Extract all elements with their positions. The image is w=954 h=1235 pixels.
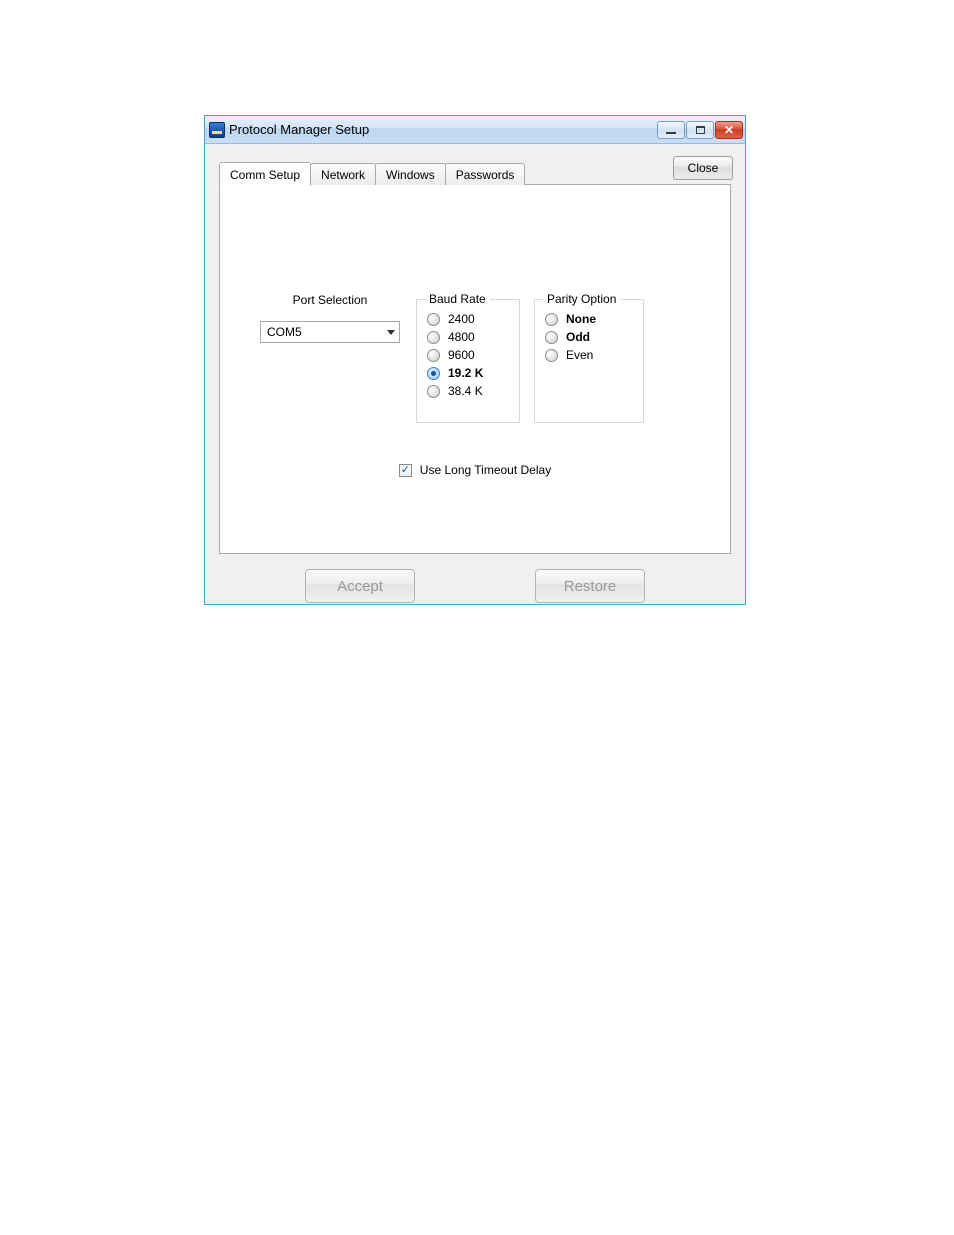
- radio-label: Odd: [566, 330, 590, 344]
- radio-icon: [545, 331, 558, 344]
- radio-icon: [545, 349, 558, 362]
- maximize-button[interactable]: [686, 121, 714, 139]
- minimize-button[interactable]: [657, 121, 685, 139]
- port-selection-label: Port Selection: [260, 293, 400, 307]
- tab-page-comm-setup: Port Selection COM5 Baud Rate 2400 4800: [219, 184, 731, 554]
- parity-option-odd[interactable]: Odd: [545, 330, 633, 344]
- parity-option-even[interactable]: Even: [545, 348, 633, 362]
- long-timeout-label: Use Long Timeout Delay: [420, 463, 551, 477]
- radio-label: 4800: [448, 330, 475, 344]
- radio-icon: [427, 331, 440, 344]
- app-icon: [209, 122, 225, 138]
- tab-windows[interactable]: Windows: [375, 163, 446, 185]
- baud-option-2400[interactable]: 2400: [427, 312, 509, 326]
- window-title: Protocol Manager Setup: [229, 122, 656, 137]
- long-timeout-row[interactable]: ✓ Use Long Timeout Delay: [220, 463, 730, 477]
- tab-comm-setup[interactable]: Comm Setup: [219, 162, 311, 186]
- baud-option-19p2k[interactable]: 19.2 K: [427, 366, 509, 380]
- port-selection-block: Port Selection COM5: [260, 293, 400, 343]
- minimize-icon: [666, 132, 676, 134]
- radio-label: 19.2 K: [448, 366, 483, 380]
- radio-label: 38.4 K: [448, 384, 483, 398]
- dialog-buttons: Accept Restore: [219, 564, 731, 608]
- radio-icon: [427, 349, 440, 362]
- radio-icon: [427, 367, 440, 380]
- parity-option-group: Parity Option None Odd Even: [534, 299, 644, 423]
- baud-rate-group: Baud Rate 2400 4800 9600: [416, 299, 520, 423]
- baud-rate-title: Baud Rate: [425, 292, 490, 306]
- parity-options: None Odd Even: [535, 300, 643, 372]
- dialog-window: Protocol Manager Setup ✕ Close Comm Setu…: [204, 115, 746, 605]
- accept-button[interactable]: Accept: [305, 569, 415, 603]
- radio-icon: [545, 313, 558, 326]
- parity-option-none[interactable]: None: [545, 312, 633, 326]
- client-area: Close Comm Setup Network Windows Passwor…: [205, 144, 745, 604]
- parity-option-title: Parity Option: [543, 292, 620, 306]
- chevron-down-icon: [387, 330, 395, 335]
- tab-passwords[interactable]: Passwords: [445, 163, 526, 185]
- close-icon: ✕: [724, 124, 734, 136]
- radio-label: 9600: [448, 348, 475, 362]
- maximize-icon: [696, 126, 705, 134]
- long-timeout-checkbox[interactable]: ✓: [399, 464, 412, 477]
- baud-rate-options: 2400 4800 9600 19.2 K: [417, 300, 519, 408]
- port-select-value: COM5: [267, 325, 302, 339]
- radio-icon: [427, 385, 440, 398]
- restore-button[interactable]: Restore: [535, 569, 645, 603]
- radio-label: Even: [566, 348, 593, 362]
- baud-option-38p4k[interactable]: 38.4 K: [427, 384, 509, 398]
- tabstrip: Comm Setup Network Windows Passwords: [219, 162, 524, 185]
- window-controls: ✕: [656, 121, 743, 139]
- radio-label: None: [566, 312, 596, 326]
- baud-option-4800[interactable]: 4800: [427, 330, 509, 344]
- radio-icon: [427, 313, 440, 326]
- baud-option-9600[interactable]: 9600: [427, 348, 509, 362]
- close-button[interactable]: Close: [673, 156, 733, 180]
- check-icon: ✓: [401, 465, 410, 476]
- close-window-button[interactable]: ✕: [715, 121, 743, 139]
- port-select[interactable]: COM5: [260, 321, 400, 343]
- tab-network[interactable]: Network: [310, 163, 376, 185]
- titlebar[interactable]: Protocol Manager Setup ✕: [205, 116, 745, 144]
- radio-label: 2400: [448, 312, 475, 326]
